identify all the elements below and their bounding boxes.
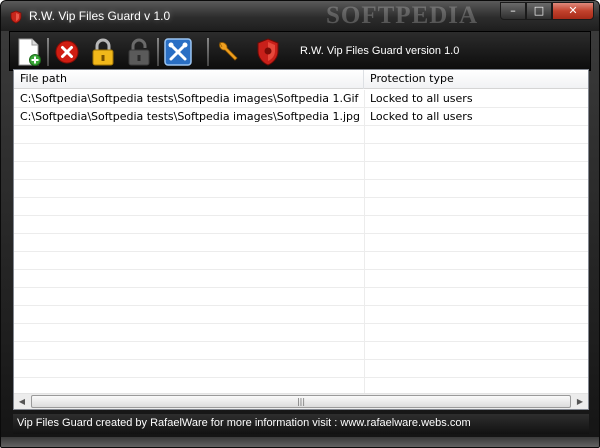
status-bar: Vip Files Guard created by RafaelWare fo… bbox=[13, 414, 589, 434]
remove-file-button[interactable] bbox=[52, 36, 82, 68]
wrench-icon bbox=[219, 42, 238, 61]
lock-button[interactable] bbox=[88, 36, 118, 68]
grid-line bbox=[14, 269, 588, 270]
shield-icon bbox=[257, 38, 279, 66]
grid-line bbox=[14, 251, 588, 252]
horizontal-scrollbar[interactable]: ◀ ||| ▶ bbox=[14, 393, 588, 409]
softpedia-watermark: SOFTPEDIA bbox=[326, 2, 479, 29]
toolbar-separator bbox=[207, 38, 209, 66]
grid-line bbox=[14, 161, 588, 162]
scroll-left-arrow[interactable]: ◀ bbox=[14, 394, 30, 409]
grid-line bbox=[14, 233, 588, 234]
row-protection-type: Locked to all users bbox=[370, 110, 473, 123]
scroll-thumb[interactable]: ||| bbox=[31, 395, 571, 408]
window-title: R.W. Vip Files Guard v 1.0 bbox=[29, 9, 171, 23]
file-list[interactable]: File path Protection type C:\Softpedia\S… bbox=[13, 69, 589, 410]
title-bar[interactable]: R.W. Vip Files Guard v 1.0 SOFTPEDIA – □… bbox=[1, 1, 599, 31]
column-divider bbox=[364, 90, 365, 393]
row-file-path: C:\Softpedia\Softpedia tests\Softpedia i… bbox=[20, 92, 359, 105]
tools-icon bbox=[164, 38, 192, 66]
toolbar-separator bbox=[47, 38, 49, 66]
table-row[interactable]: C:\Softpedia\Softpedia tests\Softpedia i… bbox=[14, 108, 588, 125]
row-protection-type: Locked to all users bbox=[370, 92, 473, 105]
add-file-icon bbox=[18, 38, 41, 66]
scroll-right-arrow[interactable]: ▶ bbox=[572, 394, 588, 409]
caption-buttons: – □ ✕ bbox=[500, 2, 594, 20]
grid-line bbox=[14, 377, 588, 378]
lock-icon bbox=[92, 38, 114, 66]
minimize-button[interactable]: – bbox=[500, 2, 526, 20]
unlock-button[interactable] bbox=[124, 36, 154, 68]
grid-line bbox=[14, 287, 588, 288]
grid-line bbox=[14, 215, 588, 216]
toolbar-separator bbox=[157, 38, 159, 66]
grid-line bbox=[14, 179, 588, 180]
app-shield-icon bbox=[10, 10, 22, 24]
status-text: Vip Files Guard created by RafaelWare fo… bbox=[17, 417, 471, 429]
grid-line bbox=[14, 125, 588, 126]
list-header: File path Protection type bbox=[14, 70, 588, 89]
close-button[interactable]: ✕ bbox=[552, 2, 594, 20]
grid-line bbox=[14, 359, 588, 360]
table-row[interactable]: C:\Softpedia\Softpedia tests\Softpedia i… bbox=[14, 90, 588, 107]
grid-line bbox=[14, 143, 588, 144]
configure-button[interactable] bbox=[212, 36, 242, 68]
list-body[interactable]: C:\Softpedia\Softpedia tests\Softpedia i… bbox=[14, 90, 588, 393]
remove-icon bbox=[55, 40, 79, 64]
toolbar: R.W. Vip Files Guard version 1.0 bbox=[9, 31, 591, 71]
column-header-file-path[interactable]: File path bbox=[14, 70, 364, 89]
window-bottom-border bbox=[1, 437, 599, 447]
settings-button[interactable] bbox=[163, 36, 193, 68]
grid-line bbox=[14, 197, 588, 198]
grid-line bbox=[14, 341, 588, 342]
add-file-button[interactable] bbox=[14, 36, 44, 68]
app-window: R.W. Vip Files Guard v 1.0 SOFTPEDIA – □… bbox=[0, 0, 600, 448]
toolbar-version-text: R.W. Vip Files Guard version 1.0 bbox=[300, 45, 460, 57]
column-header-protection-type[interactable]: Protection type bbox=[364, 70, 588, 89]
row-file-path: C:\Softpedia\Softpedia tests\Softpedia i… bbox=[20, 110, 361, 123]
maximize-button[interactable]: □ bbox=[526, 2, 552, 20]
grid-line bbox=[14, 305, 588, 306]
unlock-icon bbox=[128, 38, 150, 66]
grid-line bbox=[14, 323, 588, 324]
protect-button[interactable] bbox=[253, 36, 283, 68]
